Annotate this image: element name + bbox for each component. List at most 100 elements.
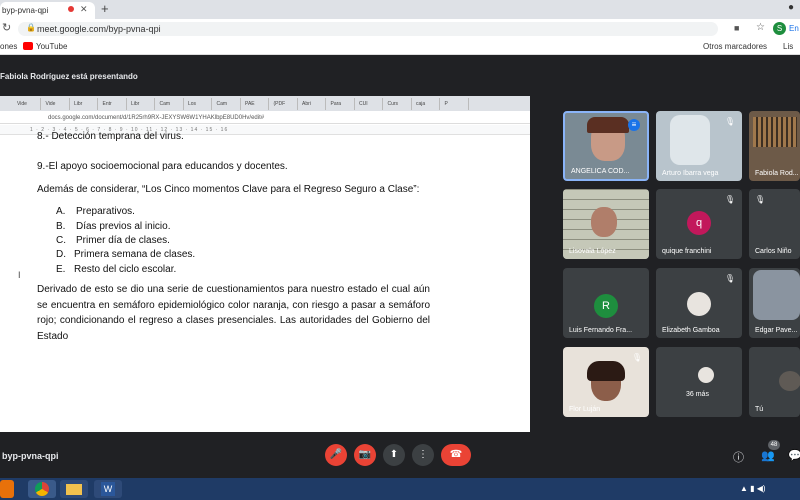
bookmark-other[interactable]: Otros marcadores [703, 42, 767, 51]
shared-browser-tab: Curs [385, 98, 412, 110]
participant-tile[interactable]: 🎙 Carlos Niño [749, 189, 800, 259]
meeting-info-button[interactable]: ⓘ [733, 449, 744, 465]
lock-icon[interactable]: 🔒 [26, 23, 36, 32]
list-item: Resto del ciclo escolar. [74, 264, 177, 275]
tab-title: byp-pvna-qpi [2, 6, 49, 15]
folder-icon [66, 483, 82, 495]
list-marker: C. [56, 235, 66, 246]
participant-tile[interactable]: 🎙 Elizabeth Gamboa [656, 268, 742, 338]
participant-name: Tú [755, 406, 764, 413]
bookmarks-bar [0, 39, 800, 55]
word-logo: W [101, 482, 115, 497]
participant-tile[interactable]: Lisovala López [563, 189, 649, 259]
chrome-icon[interactable] [28, 480, 56, 498]
tab-close-icon[interactable]: ✕ [80, 4, 88, 15]
shared-browser-tab: PAE [242, 98, 269, 110]
doc-line-9: 9.-El apoyo socioemocional para educando… [37, 161, 288, 172]
bookmark-youtube[interactable]: YouTube [36, 42, 67, 51]
hangup-button[interactable]: ☎ [441, 444, 471, 466]
participant-name: Edgar Pave... [755, 327, 798, 334]
list-marker: E. [56, 264, 66, 275]
profile-label[interactable]: En [789, 24, 799, 33]
shared-browser-tab: P [442, 98, 469, 110]
participant-tile[interactable]: 🎙 Flor Luján [563, 347, 649, 417]
more-avatar [698, 367, 714, 383]
shared-browser-tab: Los [185, 98, 212, 110]
participant-face [591, 207, 617, 237]
people-button[interactable]: 👥 [761, 449, 775, 462]
shared-browser-tab: Abri [299, 98, 326, 110]
mic-off-icon: 🎙 [755, 195, 766, 204]
participant-video [753, 270, 800, 320]
browser-tab-strip [0, 0, 800, 19]
shared-screen: docs.google.com/document/d/1R25rh9RX-JEX… [0, 96, 530, 432]
presenting-text: Fabiola Rodríguez está presentando [0, 72, 138, 81]
shared-browser-tab: Vide [43, 98, 70, 110]
participant-tile[interactable]: 🎙 Arturo Ibarra vega [656, 111, 742, 181]
participant-hair [587, 361, 625, 381]
camera-button[interactable]: 📷 [354, 444, 376, 466]
present-button[interactable]: ⬆ [383, 444, 405, 466]
url-text[interactable]: meet.google.com/byp-pvna-qpi [37, 24, 161, 34]
participant-name: Carlos Niño [755, 248, 792, 255]
self-tile[interactable]: Tú [749, 347, 800, 417]
list-item: Días previos al inicio. [76, 221, 171, 232]
participant-name: Arturo Ibarra vega [662, 170, 719, 177]
doc-line-8: 8.- Detección temprana del virus. [37, 131, 184, 142]
more-options-button[interactable]: ⋮ [412, 444, 434, 466]
reload-icon[interactable]: ↻ [2, 21, 11, 34]
shared-browser-tab: (PDF [271, 98, 298, 110]
recording-indicator-icon [68, 6, 74, 12]
chrome-logo [35, 482, 49, 497]
participant-tile[interactable]: ≡ ANGELICA COD... [563, 111, 649, 181]
shared-url: docs.google.com/document/d/1R25rh9RX-JEX… [48, 115, 265, 121]
document-page: 8.- Detección temprana del virus. 9.-El … [0, 131, 530, 432]
new-tab-button[interactable]: + [101, 1, 109, 16]
shared-browser-tab: Para [328, 98, 355, 110]
shared-browser-tab: Cam [157, 98, 184, 110]
bookshelf-video [753, 117, 797, 147]
shared-browser-tab: Libr [128, 98, 155, 110]
participant-name: Fabiola Rod... [755, 170, 799, 177]
chat-button[interactable]: 💬 [788, 449, 800, 462]
participant-count-badge: 48 [768, 440, 780, 450]
list-item: Primera semana de clases. [74, 249, 196, 260]
shared-browser-tab: Entr [100, 98, 127, 110]
text-cursor-icon: I [18, 270, 21, 280]
doc-paragraph: Derivado de esto se dio una serie de cue… [37, 284, 430, 342]
bookmark-star-icon[interactable]: ☆ [756, 22, 765, 33]
doc-intro: Además de considerar, “Los Cinco momento… [37, 184, 420, 195]
participant-tile[interactable]: R Luis Fernando Fra... [563, 268, 649, 338]
bookmark-reading-list[interactable]: Lis [783, 42, 793, 51]
avatar: R [594, 294, 618, 318]
shared-browser-tab: CUI [356, 98, 383, 110]
window-control-icon[interactable]: ● [788, 2, 794, 13]
participant-tile[interactable]: q 🎙 quique franchini [656, 189, 742, 259]
shared-browser-tab: Vide [14, 98, 41, 110]
bookmark-apps[interactable]: ones [0, 42, 17, 51]
participant-tile[interactable]: Edgar Pave... [749, 268, 800, 338]
camera-permission-icon[interactable]: ■ [734, 23, 739, 33]
firefox-icon[interactable] [0, 480, 14, 498]
list-marker: B. [56, 221, 66, 232]
meeting-code: byp-pvna-qpi [2, 451, 59, 461]
participant-name: Luis Fernando Fra... [569, 327, 633, 334]
mic-button[interactable]: 🎤 [325, 444, 347, 466]
mic-off-icon: 🎙 [724, 117, 735, 126]
shared-browser-tab: caja [413, 98, 440, 110]
participant-name: Lisovala López [569, 248, 616, 255]
word-icon[interactable]: W [94, 480, 122, 498]
file-explorer-icon[interactable] [60, 480, 88, 498]
shared-browser-tab: Libr [71, 98, 98, 110]
participant-name: Flor Luján [569, 406, 601, 413]
list-item: Primer día de clases. [76, 235, 170, 246]
profile-avatar[interactable]: S [773, 22, 786, 35]
list-marker: A. [56, 206, 66, 217]
more-participants-tile[interactable]: 36 más [656, 347, 742, 417]
system-tray[interactable]: ▲ ▮ ◀) [740, 484, 766, 493]
participant-tile[interactable]: Fabiola Rod... [749, 111, 800, 181]
participant-video [670, 115, 710, 165]
profile-photo [687, 292, 711, 316]
list-item: Preparativos. [76, 206, 135, 217]
mic-off-icon: 🎙 [724, 195, 735, 204]
